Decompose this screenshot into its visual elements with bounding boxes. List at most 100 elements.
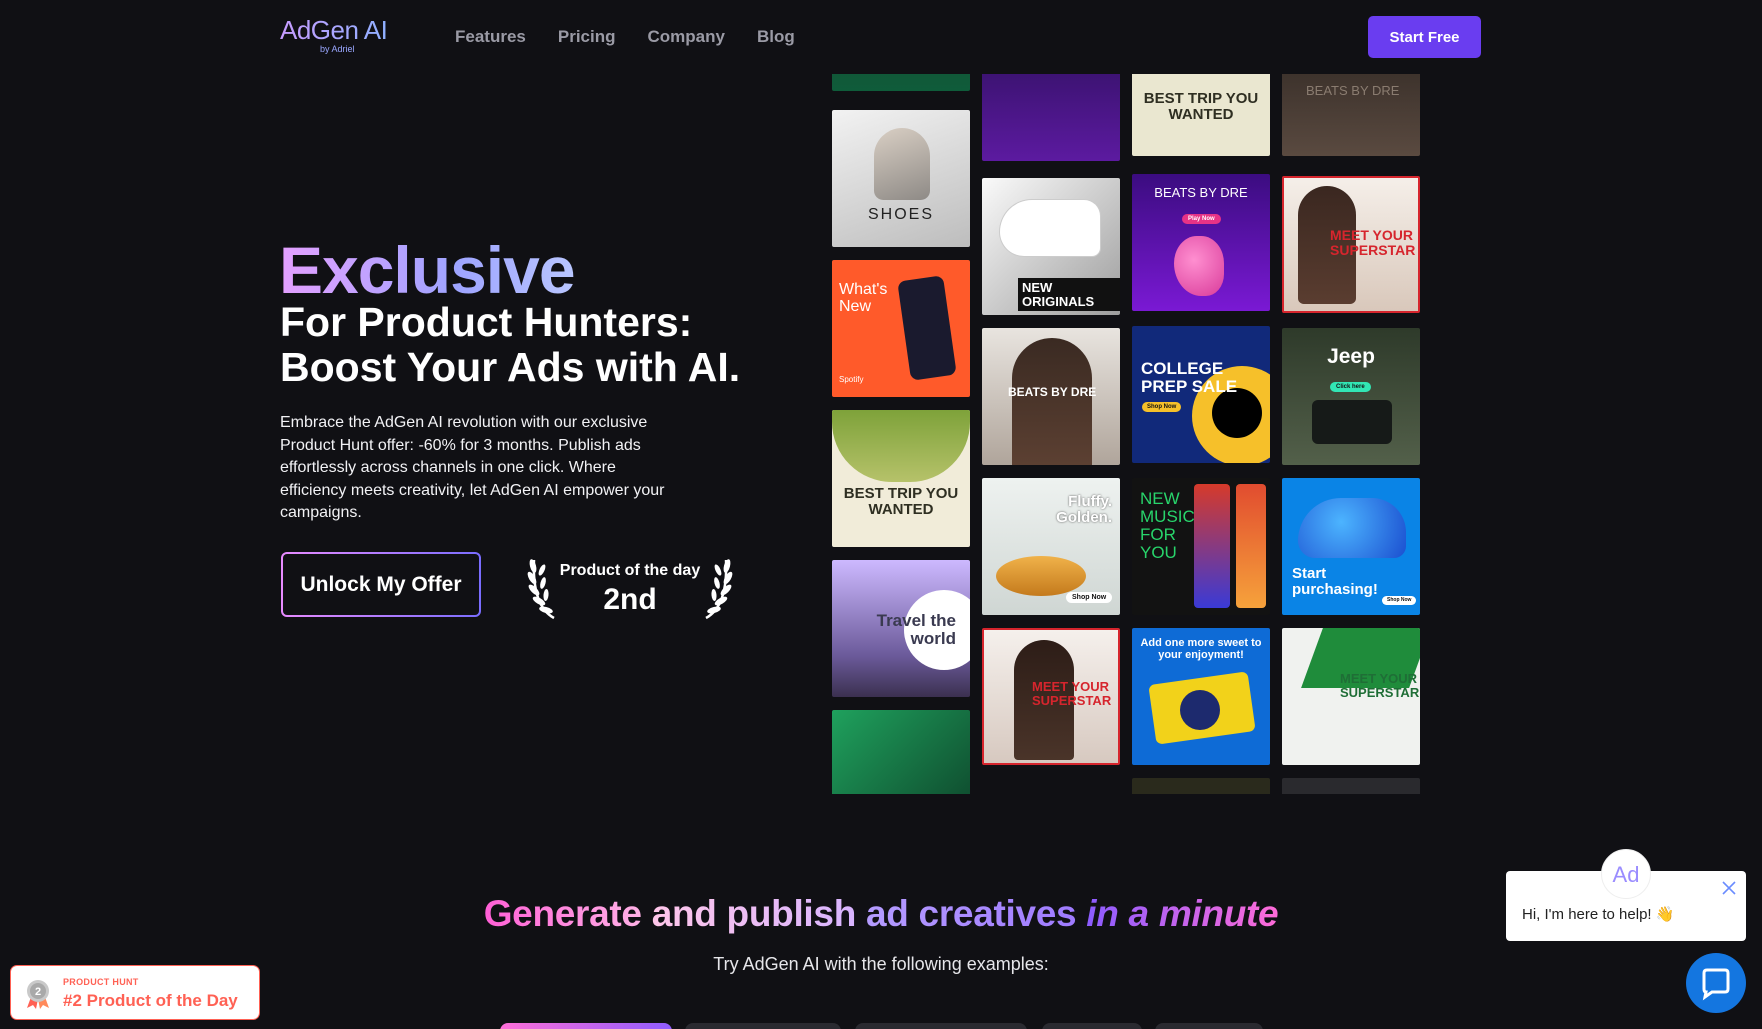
example-tab-2[interactable] (685, 1023, 841, 1029)
nav-link-company[interactable]: Company (648, 27, 725, 47)
ad-shoes-text: SHOES (867, 206, 934, 223)
jeep-image (1312, 400, 1392, 444)
ad-tile-superstar: MEET YOUR SUPERSTAR (982, 628, 1120, 765)
ad-tile-new-music: NEW MUSIC FOR YOU (1132, 478, 1270, 615)
nav-link-blog[interactable]: Blog (757, 27, 795, 47)
music-album-2 (1236, 484, 1266, 608)
ad-column-3: BEST TRIP YOU WANTED BEATS BY DRE Play N… (1132, 74, 1270, 794)
ad-oreo-text: Add one more sweet to your enjoyment! (1140, 637, 1262, 661)
ad-tile-best-trip-2: BEST TRIP YOU WANTED (1132, 74, 1270, 156)
shoe-image (874, 128, 930, 200)
product-hunt-badge[interactable]: 2 PRODUCT HUNT #2 Product of the Day (10, 965, 260, 1020)
generate-section-title: Generate and publish ad creatives in a m… (0, 893, 1762, 935)
phone-image (897, 275, 957, 381)
example-tab-3[interactable] (855, 1023, 1027, 1029)
ad-tile-beats-man: BEATS BY DRE (982, 328, 1120, 465)
chat-bubble-icon (1702, 968, 1730, 1001)
ad-column-2: NEW ORIGINALS BEATS BY DRE Fluffy. Golde… (982, 74, 1120, 794)
ad-superstar-text: MEET YOUR SUPERSTAR (1032, 679, 1112, 708)
ad-superstar-green-text: MEET YOUR SUPERSTAR (1340, 671, 1420, 700)
example-tab-1[interactable] (500, 1023, 672, 1029)
ad-fluffy-shop-now[interactable]: Shop Now (1066, 592, 1113, 604)
ad-travel-text: Travel the world (876, 611, 956, 648)
gen-title-part3: ad creatives (865, 893, 1077, 934)
ad-tile-green-bottom (832, 710, 970, 794)
ad-tile-shoes: SHOES (832, 110, 970, 247)
ad-beats-man-text: BEATS BY DRE (1008, 385, 1097, 399)
unlock-offer-button[interactable]: Unlock My Offer (281, 552, 481, 617)
example-tab-4[interactable] (1042, 1023, 1142, 1029)
ad-best-trip-2-text: BEST TRIP YOU WANTED (1143, 90, 1259, 123)
ad-creatives-grid: SHOES What's New Spotify BEST TRIP YOU W… (832, 74, 1422, 794)
ad-college-text: COLLEGE PREP SALE (1141, 359, 1238, 396)
logo[interactable]: AdGen AI by Adriel (280, 15, 388, 54)
top-nav: AdGen AI by Adriel Features Pricing Comp… (0, 0, 1762, 74)
chat-greeting-text: Hi, I'm here to help! 👋 (1522, 906, 1675, 923)
ad-tile-college: COLLEGE PREP SALE Shop Now (1132, 326, 1270, 463)
ad-beats-earbud-text: BEATS BY DRE (1154, 185, 1248, 200)
ad-new-music-text: NEW MUSIC FOR YOU (1140, 489, 1195, 562)
close-icon[interactable] (1720, 879, 1738, 897)
hero-title: For Product Hunters: Boost Your Ads with… (280, 300, 800, 390)
ad-start-purchasing-text: Start purchasing! (1292, 565, 1378, 598)
ad-college-shop-now[interactable]: Shop Now (1142, 402, 1182, 413)
ad-beats-top-text: BEATS BY DRE (1306, 83, 1400, 98)
ad-superstar-2-text: MEET YOUR SUPERSTAR (1330, 227, 1416, 258)
hero-description: Embrace the AdGen AI revolution with our… (280, 414, 665, 521)
example-tab-5[interactable] (1155, 1023, 1263, 1029)
product-of-the-day-award: Product of the day 2nd (522, 548, 738, 620)
sneaker-image (1000, 200, 1100, 256)
chat-open-button[interactable] (1686, 953, 1746, 1013)
ad-column-1: SHOES What's New Spotify BEST TRIP YOU W… (832, 74, 970, 794)
logo-subtext: by Adriel (320, 44, 355, 54)
nav-links: Features Pricing Company Blog (455, 27, 795, 47)
ad-fluffy-text: Fluffy. Golden. (1056, 493, 1112, 526)
ad-tile-fluffy: Fluffy. Golden. Shop Now (982, 478, 1120, 615)
ad-best-trip-text: BEST TRIP YOU WANTED (843, 485, 959, 518)
ad-tile-bottom-3 (1132, 778, 1270, 794)
ad-column-4: BEATS BY DRE MEET YOUR SUPERSTAR Jeep Cl… (1282, 74, 1420, 794)
page: AdGen AI by Adriel Features Pricing Comp… (0, 0, 1762, 1029)
pancakes-image (996, 556, 1086, 596)
logo-text: AdGen AI (280, 15, 388, 45)
blue-sneaker-image (1298, 498, 1406, 558)
earbud-image (1174, 236, 1224, 296)
ad-tile-green-top (832, 74, 970, 91)
ad-tile-travel: Travel the world (832, 560, 970, 697)
laurel-right-icon (705, 559, 733, 620)
ad-tile-purple-top (982, 74, 1120, 161)
ad-tile-jeep: Jeep Click here (1282, 328, 1420, 465)
generate-section-subtitle: Try AdGen AI with the following examples… (713, 954, 1049, 974)
ad-purchasing-shop-now[interactable]: Shop Now (1382, 596, 1417, 606)
ad-tile-best-trip: BEST TRIP YOU WANTED (832, 410, 970, 547)
medal-number: 2 (35, 986, 41, 998)
ad-beats-play-now[interactable]: Play Now (1182, 214, 1221, 225)
music-album-1 (1194, 484, 1230, 608)
nav-link-pricing[interactable]: Pricing (558, 27, 616, 47)
ad-tile-whats-new: What's New Spotify (832, 260, 970, 397)
ad-tile-bottom-4 (1282, 778, 1420, 794)
gen-title-part4: in a minute (1086, 893, 1279, 934)
ad-tile-superstar-green: MEET YOUR SUPERSTAR (1282, 628, 1420, 765)
medal-icon: 2 (27, 980, 49, 1009)
ad-tile-superstar-2: MEET YOUR SUPERSTAR (1282, 176, 1420, 313)
start-free-button[interactable]: Start Free (1368, 16, 1481, 58)
van-image (832, 410, 970, 482)
ad-tile-beats-top: BEATS BY DRE (1282, 74, 1420, 156)
ph-badge-title: #2 Product of the Day (63, 991, 238, 1010)
man-image (1012, 338, 1092, 465)
chat-avatar: Ad (1601, 849, 1651, 899)
ad-whats-new-text: What's New (839, 281, 888, 315)
gen-title-part2: and publish (651, 893, 857, 934)
ad-tile-beats-earbud: BEATS BY DRE Play Now (1132, 174, 1270, 311)
ad-new-originals-text: NEW ORIGINALS (1018, 278, 1120, 312)
nav-link-features[interactable]: Features (455, 27, 526, 47)
ad-jeep-text: Jeep (1327, 345, 1375, 368)
oreo-cookie (1180, 690, 1220, 730)
ad-tile-new-originals: NEW ORIGINALS (982, 178, 1120, 315)
hero-title-line2: Boost Your Ads with AI. (280, 344, 741, 390)
example-tabs (0, 1023, 1762, 1029)
ph-badge-label: PRODUCT HUNT (63, 977, 139, 987)
ad-jeep-click-here[interactable]: Click here (1330, 382, 1371, 393)
ad-spotify-text: Spotify (839, 375, 864, 384)
